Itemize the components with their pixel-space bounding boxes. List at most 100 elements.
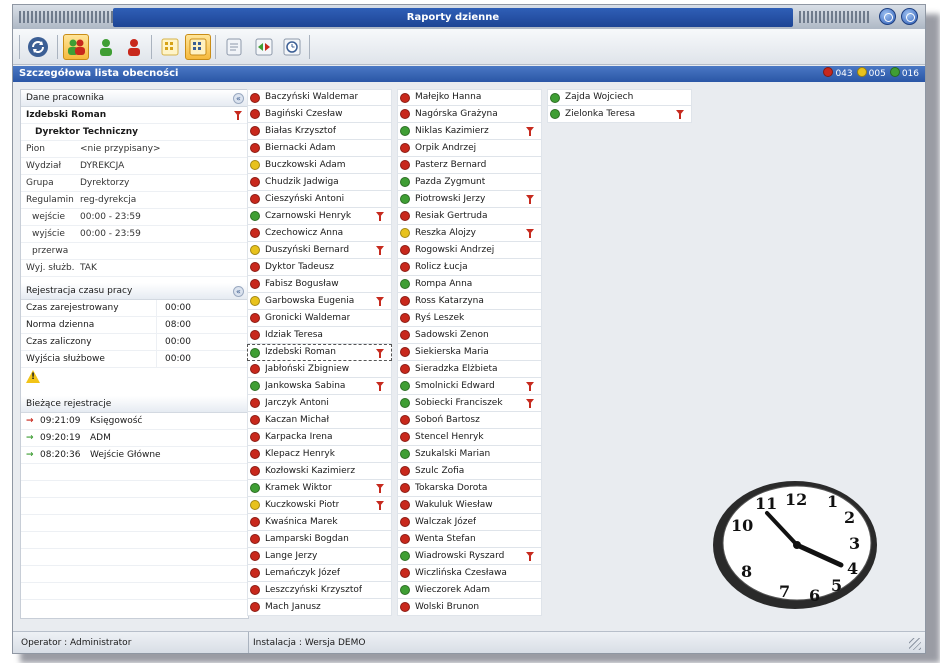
employee-row[interactable]: Dyktor Tadeusz xyxy=(247,259,392,276)
employee-row[interactable]: Garbowska Eugenia xyxy=(247,293,392,310)
employee-row[interactable]: Zajda Wojciech xyxy=(547,89,692,106)
section-title: Szczegółowa lista obecności xyxy=(19,68,179,79)
employee-row[interactable]: Tokarska Dorota xyxy=(397,480,542,497)
employee-row[interactable]: Fabisz Bogusław xyxy=(247,276,392,293)
document-button[interactable] xyxy=(221,34,247,60)
employee-row[interactable]: Biernacki Adam xyxy=(247,140,392,157)
flag-icon xyxy=(376,246,384,255)
employee-row[interactable]: Lamparski Bogdan xyxy=(247,531,392,548)
employee-row[interactable]: Ross Katarzyna xyxy=(397,293,542,310)
present-button[interactable] xyxy=(93,34,119,60)
employee-row[interactable]: Kuczkowski Piotr xyxy=(247,497,392,514)
field-row: Pion <nie przypisany> xyxy=(21,141,248,158)
employee-row[interactable]: Leszczyński Krzysztof xyxy=(247,582,392,599)
employee-row[interactable]: Jarczyk Antoni xyxy=(247,395,392,412)
group-button[interactable] xyxy=(63,34,89,60)
employee-row[interactable]: Rolicz Łucja xyxy=(397,259,542,276)
employee-row[interactable]: Walczak Józef xyxy=(397,514,542,531)
employee-row-name: Lamparski Bogdan xyxy=(265,533,349,544)
employee-row[interactable]: Kwaśnica Marek xyxy=(247,514,392,531)
status-red-dot-icon xyxy=(400,466,410,476)
employee-row[interactable]: Kramek Wiktor xyxy=(247,480,392,497)
employee-row[interactable]: Stencel Henryk xyxy=(397,429,542,446)
transfer-button[interactable] xyxy=(251,34,277,60)
employee-row[interactable]: Smolnicki Edward xyxy=(397,378,542,395)
title-bar[interactable]: Raporty dzienne xyxy=(13,5,925,29)
employee-row[interactable]: Siekierska Maria xyxy=(397,344,542,361)
employee-row[interactable]: Buczkowski Adam xyxy=(247,157,392,174)
field-label: Regulamin xyxy=(26,195,74,205)
employee-row[interactable]: Resiak Gertruda xyxy=(397,208,542,225)
employee-row[interactable]: Jankowska Sabina xyxy=(247,378,392,395)
group-icon xyxy=(68,39,85,55)
employee-row[interactable]: Wiczlińska Czesława xyxy=(397,565,542,582)
employee-row[interactable]: Kozłowski Kazimierz xyxy=(247,463,392,480)
employee-row[interactable]: Rompa Anna xyxy=(397,276,542,293)
collapse-icon[interactable]: « xyxy=(233,93,244,104)
employee-row[interactable]: Zielonka Teresa xyxy=(547,106,692,123)
employee-row[interactable]: Nagórska Grażyna xyxy=(397,106,542,123)
employee-row[interactable]: Małejko Hanna xyxy=(397,89,542,106)
employee-row[interactable]: Mach Janusz xyxy=(247,599,392,616)
employee-row[interactable]: Orpik Andrzej xyxy=(397,140,542,157)
employee-row-name: Gronicki Waldemar xyxy=(265,312,351,323)
employee-column: Baczyński Waldemar Bagiński Czesław Białas… xyxy=(247,89,392,616)
employee-row[interactable]: Klepacz Henryk xyxy=(247,446,392,463)
resize-grip-icon[interactable] xyxy=(909,638,921,650)
refresh-button[interactable] xyxy=(25,34,51,60)
employee-row[interactable]: Baczyński Waldemar xyxy=(247,89,392,106)
employee-row[interactable]: Wolski Brunon xyxy=(397,599,542,616)
employee-row[interactable]: Chudzik Jadwiga xyxy=(247,174,392,191)
employee-row[interactable]: Szulc Zofia xyxy=(397,463,542,480)
employee-row[interactable]: Duszyński Bernard xyxy=(247,242,392,259)
employee-row[interactable]: Sobiecki Franciszek xyxy=(397,395,542,412)
employee-row[interactable]: Izdebski Roman xyxy=(247,344,392,361)
registration-row[interactable]: → 09:21:09 Księgowość xyxy=(21,413,248,430)
minimize-icon[interactable] xyxy=(879,8,896,25)
status-red-dot-icon xyxy=(250,177,260,187)
employee-row[interactable]: Wakuluk Wiesław xyxy=(397,497,542,514)
registration-row[interactable]: → 09:20:19 ADM xyxy=(21,430,248,447)
employee-row[interactable]: Lange Jerzy xyxy=(247,548,392,565)
employee-row[interactable]: Wenta Stefan xyxy=(397,531,542,548)
employee-row[interactable]: Lemańczyk Józef xyxy=(247,565,392,582)
employee-row[interactable]: Idziak Teresa xyxy=(247,327,392,344)
report-button[interactable] xyxy=(185,34,211,60)
employee-row[interactable]: Sieradzka Elżbieta xyxy=(397,361,542,378)
employee-row[interactable]: Cieszyński Antoni xyxy=(247,191,392,208)
status-red-dot-icon xyxy=(250,92,260,103)
time-panel-header[interactable]: Rejestracja czasu pracy « xyxy=(21,283,248,300)
clock-button[interactable] xyxy=(279,34,305,60)
absent-button[interactable] xyxy=(121,34,147,60)
employee-row[interactable]: Pasterz Bernard xyxy=(397,157,542,174)
close-icon[interactable] xyxy=(901,8,918,25)
employee-row[interactable]: Karpacka Irena xyxy=(247,429,392,446)
employee-row[interactable]: Czarnowski Henryk xyxy=(247,208,392,225)
employee-row[interactable]: Wiadrowski Ryszard xyxy=(397,548,542,565)
operator-status: Operator : Administrator xyxy=(21,638,132,648)
employee-row[interactable]: Soboń Bartosz xyxy=(397,412,542,429)
registration-row[interactable]: → 08:20:36 Wejście Główne xyxy=(21,447,248,464)
employee-row[interactable]: Jabłoński Zbigniew xyxy=(247,361,392,378)
status-green-dot-icon xyxy=(250,347,260,358)
employee-row[interactable]: Gronicki Waldemar xyxy=(247,310,392,327)
employee-row[interactable]: Niklas Kazimierz xyxy=(397,123,542,140)
grid-view-button[interactable] xyxy=(157,34,183,60)
employee-row[interactable]: Białas Krzysztof xyxy=(247,123,392,140)
employee-row[interactable]: Bagiński Czesław xyxy=(247,106,392,123)
employee-row[interactable]: Pazda Zygmunt xyxy=(397,174,542,191)
employee-row[interactable]: Reszka Alojzy xyxy=(397,225,542,242)
employee-row[interactable]: Sadowski Zenon xyxy=(397,327,542,344)
employee-row[interactable]: Rogowski Andrzej xyxy=(397,242,542,259)
collapse-icon[interactable]: « xyxy=(233,286,244,297)
employee-row[interactable]: Piotrowski Jerzy xyxy=(397,191,542,208)
employee-row-name: Rompa Anna xyxy=(415,278,473,289)
employee-row-name: Biernacki Adam xyxy=(265,142,336,153)
employee-row[interactable]: Wieczorek Adam xyxy=(397,582,542,599)
employee-row[interactable]: Szukalski Marian xyxy=(397,446,542,463)
employee-row[interactable]: Kaczan Michał xyxy=(247,412,392,429)
employee-row[interactable]: Czechowicz Anna xyxy=(247,225,392,242)
employee-row[interactable]: Ryś Leszek xyxy=(397,310,542,327)
status-green-dot-icon xyxy=(550,109,560,119)
employee-panel-header[interactable]: Dane pracownika « xyxy=(21,90,248,107)
